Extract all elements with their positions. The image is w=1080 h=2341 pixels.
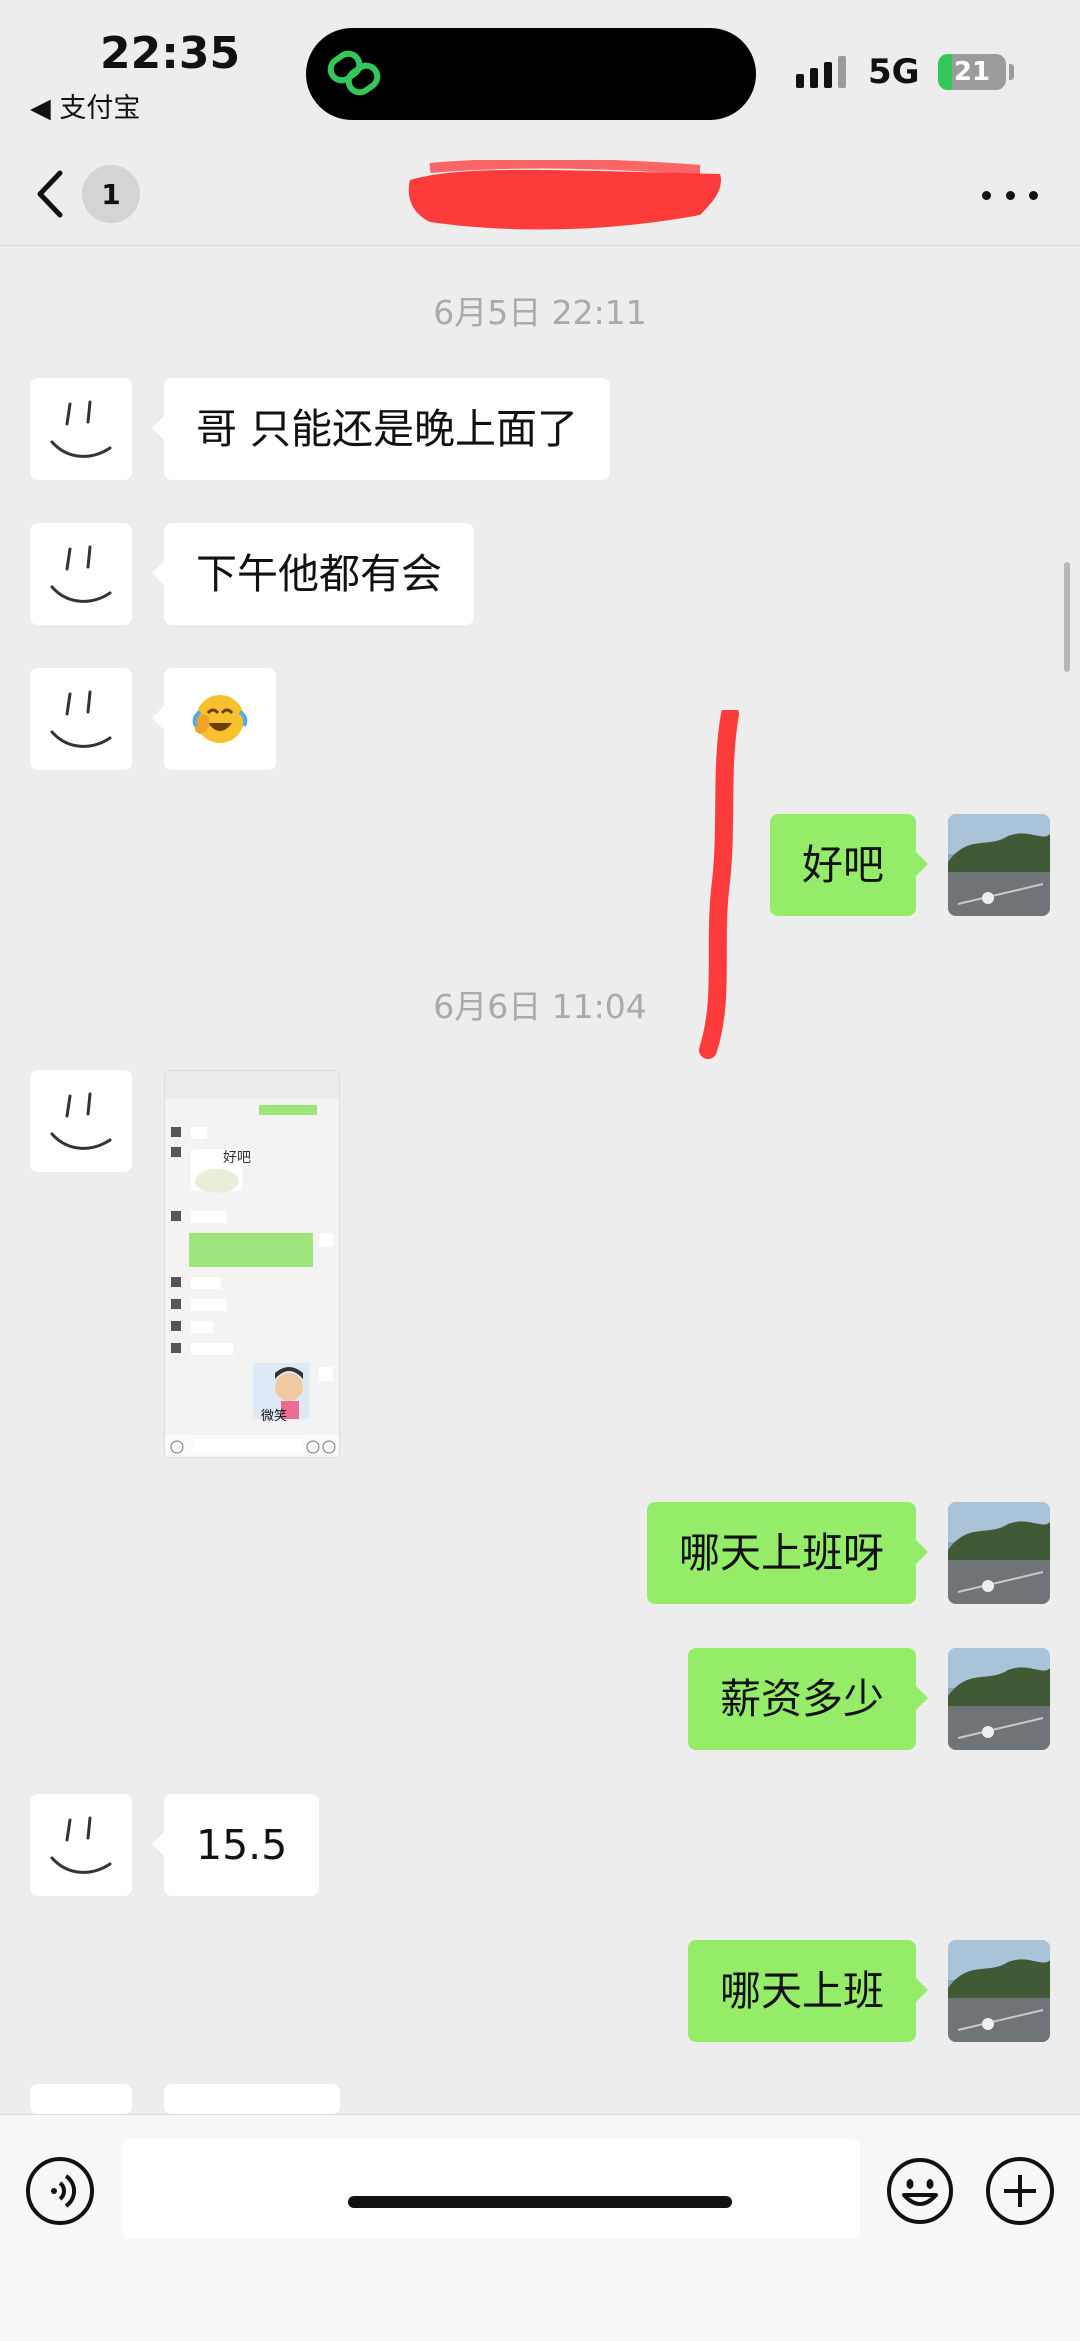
- outgoing-message-bubble[interactable]: 哪天上班: [688, 1940, 928, 2042]
- image-message-thumbnail[interactable]: 好吧 微笑: [164, 1070, 340, 1458]
- incoming-message-bubble[interactable]: 哥 只能还是晚上面了: [151, 378, 611, 480]
- my-avatar[interactable]: [948, 1648, 1050, 1750]
- chevron-left-icon: [37, 170, 63, 218]
- emoji-button[interactable]: [886, 2157, 954, 2225]
- my-avatar[interactable]: [948, 814, 1050, 916]
- home-indicator[interactable]: [348, 2196, 732, 2208]
- incoming-emoji-bubble[interactable]: [152, 668, 276, 770]
- scrollbar-thumb[interactable]: [1064, 562, 1070, 672]
- smiley-avatar-icon: [50, 690, 112, 748]
- battery-cap: [1009, 64, 1014, 80]
- status-bar: 22:35 ◀ 支付宝 5G 21: [0, 0, 1080, 140]
- back-button[interactable]: 1: [34, 164, 154, 224]
- outgoing-message-bubble[interactable]: 哪天上班呀: [647, 1502, 928, 1604]
- cellular-signal-icon: [796, 56, 846, 88]
- incoming-message-bubble[interactable]: [152, 2084, 340, 2146]
- thumbnail-sticker-text: 好吧: [223, 1150, 251, 1166]
- battery-level: 21: [953, 57, 991, 87]
- smiley-avatar-icon: [50, 545, 112, 603]
- contact-avatar[interactable]: [30, 523, 132, 625]
- message-input[interactable]: [122, 2139, 860, 2239]
- status-time: 22:35: [100, 28, 241, 79]
- chat-screenshot-image: [165, 1071, 339, 1457]
- smiley-avatar-icon: [50, 1092, 112, 1150]
- road-photo-avatar-icon: [948, 1502, 1050, 1604]
- contact-avatar[interactable]: [30, 668, 132, 770]
- my-avatar[interactable]: [948, 1502, 1050, 1604]
- road-photo-avatar-icon: [948, 1648, 1050, 1750]
- voice-wave-icon: [51, 2174, 76, 2208]
- contact-avatar[interactable]: [30, 1794, 132, 1896]
- message-timestamp: 6月5日 22:11: [433, 293, 647, 332]
- road-photo-avatar-icon: [948, 1940, 1050, 2042]
- road-photo-avatar-icon: [948, 814, 1050, 916]
- link-activity-icon: [327, 50, 381, 96]
- more-options-button[interactable]: [982, 180, 1038, 210]
- contact-avatar[interactable]: [30, 378, 132, 480]
- incoming-message-bubble[interactable]: 15.5: [151, 1794, 320, 1896]
- contact-avatar[interactable]: [30, 1070, 132, 1172]
- red-scribble-redaction: [699, 710, 739, 1059]
- back-to-app-link[interactable]: ◀ 支付宝: [30, 86, 140, 125]
- thumbnail-sticker-text: 微笑: [261, 1409, 288, 1424]
- outgoing-message-bubble[interactable]: 薪资多少: [688, 1648, 928, 1750]
- more-dot-icon: [1029, 190, 1038, 200]
- battery-icon: 21: [938, 54, 1006, 90]
- network-type: 5G: [868, 52, 920, 92]
- smiley-avatar-icon: [50, 1816, 112, 1874]
- outgoing-message-bubble[interactable]: 好吧: [770, 814, 928, 916]
- contact-avatar[interactable]: [30, 2084, 132, 2114]
- chat-input-bar: [0, 2114, 1080, 2341]
- message-timestamp: 6月6日 11:04: [433, 987, 647, 1026]
- unread-count-badge: 1: [82, 165, 140, 223]
- smiley-avatar-icon: [50, 400, 112, 458]
- redacted-chat-title: [408, 160, 721, 230]
- plus-more-button[interactable]: [986, 2157, 1054, 2225]
- more-dot-icon: [982, 190, 991, 200]
- voice-input-button[interactable]: [26, 2157, 94, 2225]
- more-dot-icon: [1005, 190, 1015, 200]
- my-avatar[interactable]: [948, 1940, 1050, 2042]
- incoming-message-bubble[interactable]: 下午他都有会: [152, 523, 474, 625]
- chat-header: 1: [0, 140, 1080, 246]
- smiley-face-icon: [887, 2158, 953, 2224]
- face-with-tears-of-joy-emoji: [192, 695, 248, 743]
